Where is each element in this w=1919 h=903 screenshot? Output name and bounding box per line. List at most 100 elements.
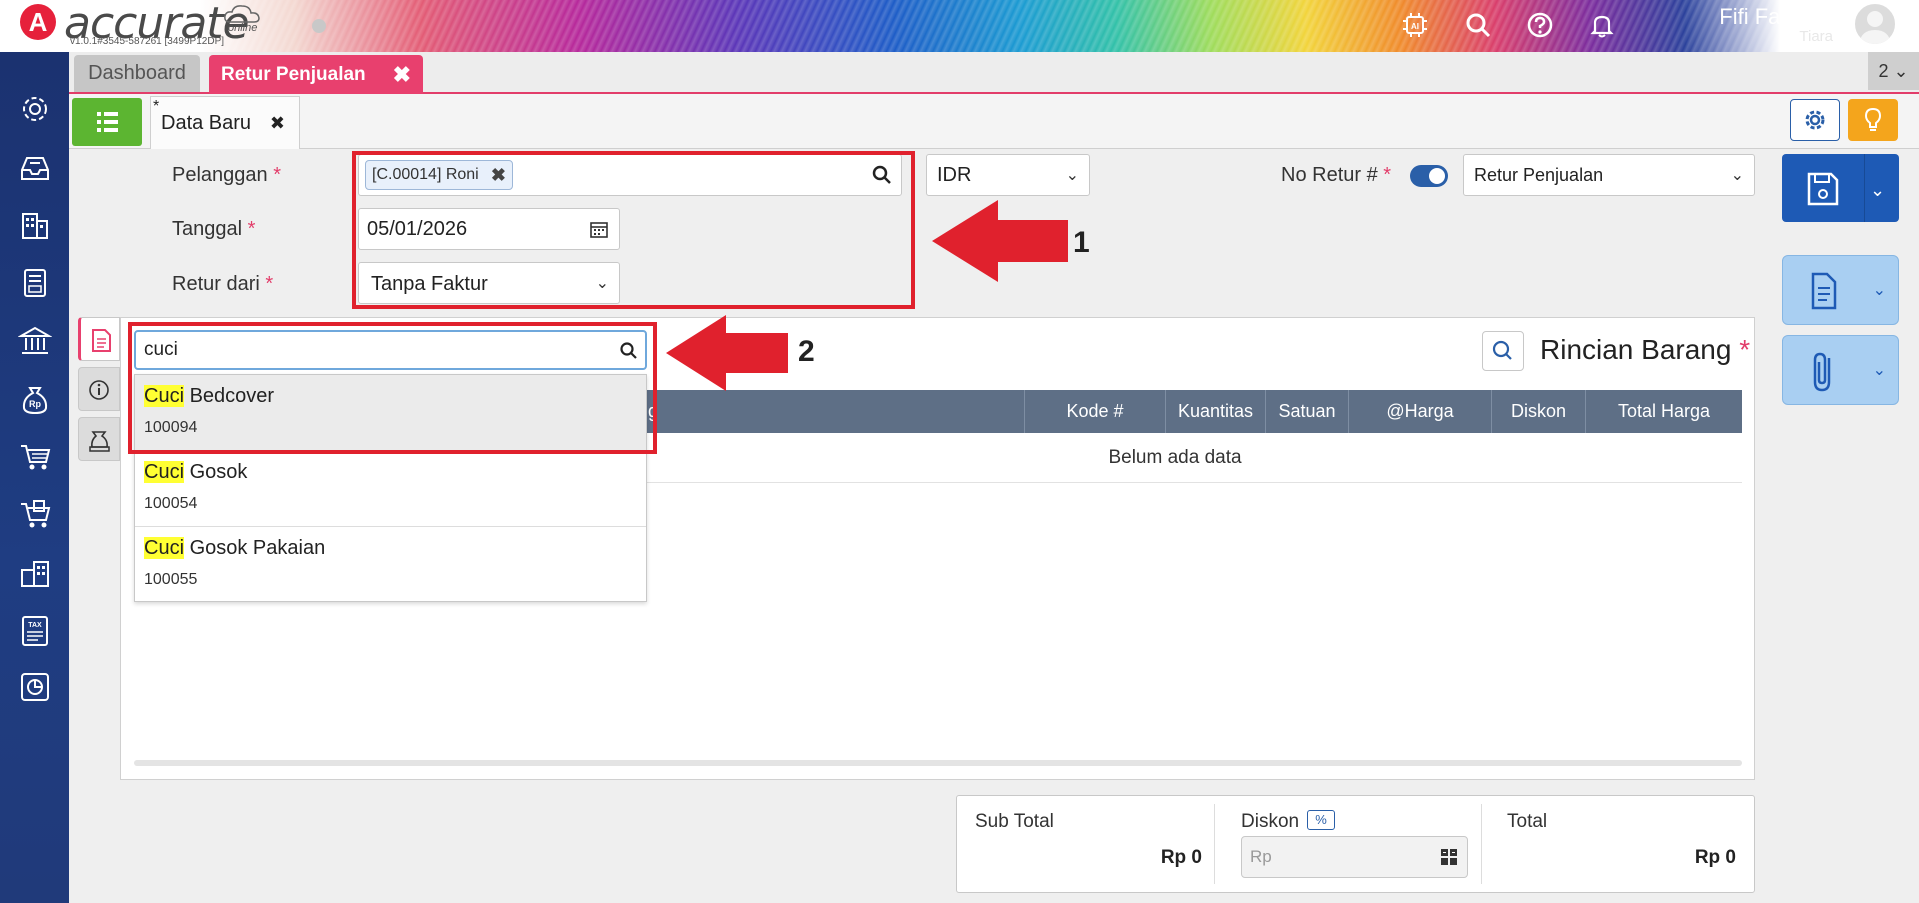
lightbulb-icon <box>1864 107 1882 131</box>
chevron-down-icon: ⌄ <box>1872 282 1886 299</box>
diskon-placeholder: Rp <box>1250 847 1272 866</box>
sidebar-item-purchase[interactable] <box>18 440 52 474</box>
logo-online-text: online <box>228 22 258 34</box>
search-icon <box>1492 340 1512 360</box>
item-search-button[interactable] <box>1482 331 1524 371</box>
vtab-cost[interactable] <box>78 417 120 461</box>
col-header-partial: g <box>648 401 659 421</box>
gear-icon <box>1805 110 1825 130</box>
subtab-data-baru[interactable]: * Data Baru ✖ <box>150 96 300 149</box>
cloud-icon <box>224 5 260 23</box>
col-header-diskon: Diskon <box>1491 390 1585 433</box>
currency-value: IDR <box>937 164 972 186</box>
list-view-button[interactable] <box>72 98 142 146</box>
divider <box>1481 804 1482 884</box>
toggle-knob <box>1429 168 1445 184</box>
global-search-button[interactable] <box>1463 10 1493 40</box>
vtab-info[interactable] <box>78 367 120 411</box>
tab-dashboard[interactable]: Dashboard <box>74 55 200 92</box>
chevron-down-icon: ⌄ <box>1730 167 1744 184</box>
retur-type-select[interactable]: Retur Penjualan ⌄ <box>1463 154 1755 196</box>
annotation-box-1 <box>352 151 915 309</box>
result-code: 100055 <box>144 571 198 588</box>
ai-chip-icon: AI <box>1403 13 1427 37</box>
total-label: Total <box>1507 811 1548 832</box>
annotation-arrow-1-icon <box>932 200 1068 282</box>
sidebar-item-bank[interactable] <box>18 324 52 358</box>
tips-button[interactable] <box>1848 99 1898 141</box>
pie-chart-icon <box>21 673 49 701</box>
sidebar-item-inventory[interactable] <box>18 556 52 590</box>
status-dot <box>312 19 326 33</box>
user-avatar[interactable] <box>1853 2 1897 46</box>
col-header-kode: Kode # <box>1024 390 1165 433</box>
annotation-number-2: 2 <box>798 335 815 368</box>
version-text: v1.0.1#3545-587261 [3499P12DP] <box>70 36 225 47</box>
subtab-label: Data Baru <box>161 112 252 134</box>
money-hand-icon <box>89 431 110 452</box>
diskon-input[interactable]: Rp <box>1241 836 1468 878</box>
calculator-button[interactable] <box>1439 847 1459 867</box>
tab-retur-penjualan[interactable]: Retur Penjualan ✖ <box>209 55 423 94</box>
user-name: Tiara <box>1799 28 1833 45</box>
svg-text:Rp: Rp <box>29 399 41 409</box>
col-header-satuan: Satuan <box>1265 390 1348 433</box>
list-item[interactable]: Cuci Gosok 100054 <box>135 451 646 527</box>
sidebar-item-tax[interactable]: TAX <box>18 614 52 648</box>
result-code: 100054 <box>144 495 198 512</box>
annotation-box-2 <box>128 322 657 454</box>
list-item[interactable]: Cuci Gosok Pakaian 100055 <box>135 527 646 603</box>
no-retur-label: No Retur # * <box>1281 164 1392 186</box>
user-menu-chevron-icon[interactable]: ⌄ <box>1901 17 1913 34</box>
rincian-barang-title: Rincian Barang * <box>1540 334 1751 365</box>
bank-icon <box>18 326 52 354</box>
book-icon <box>24 269 46 297</box>
diskon-percent-toggle[interactable]: % <box>1307 810 1335 830</box>
floppy-disk-icon <box>1807 172 1839 206</box>
form-settings-button[interactable] <box>1790 99 1840 141</box>
sidebar-item-finance[interactable]: Rp <box>18 382 52 416</box>
sidebar-item-reports[interactable] <box>18 670 52 704</box>
ai-label: AI <box>1411 22 1419 31</box>
divider <box>1214 804 1215 884</box>
retur-dari-label: Retur dari * <box>172 273 274 295</box>
col-header-harga: @Harga <box>1348 390 1491 433</box>
sidebar-item-inbox[interactable] <box>18 150 52 184</box>
chevron-down-icon: ⌄ <box>1065 167 1079 184</box>
sidebar-item-ledger[interactable] <box>18 266 52 300</box>
sub-total-label: Sub Total <box>975 811 1054 832</box>
save-options-chevron-icon[interactable]: ⌄ <box>1870 180 1885 201</box>
paperclip-icon <box>1813 352 1831 392</box>
list-icon <box>97 112 118 132</box>
unsaved-indicator: * <box>153 98 160 115</box>
horizontal-scrollbar[interactable] <box>134 760 1742 766</box>
sub-total-value: Rp 0 <box>1160 847 1202 868</box>
total-value: Rp 0 <box>1694 847 1736 868</box>
close-icon[interactable]: ✖ <box>393 55 411 94</box>
save-button-divider <box>1864 154 1865 222</box>
bell-icon <box>1590 15 1614 38</box>
notification-button[interactable] <box>1587 10 1617 40</box>
result-name: Cuci Gosok Pakaian <box>144 537 326 559</box>
sidebar-item-sales[interactable] <box>18 498 52 532</box>
user-company-name[interactable]: Fifi Fashion <box>1719 4 1833 30</box>
sidebar-item-settings[interactable] <box>18 92 52 126</box>
auto-number-toggle[interactable] <box>1410 165 1448 187</box>
info-icon <box>89 380 109 400</box>
tax-document-icon: TAX <box>22 616 48 646</box>
result-name: Cuci Gosok <box>144 461 248 483</box>
currency-select[interactable]: IDR ⌄ <box>926 154 1090 196</box>
sidebar-item-company[interactable] <box>18 208 52 242</box>
items-table-header: g Kode # Kuantitas Satuan @Harga Diskon … <box>608 390 1742 433</box>
open-tabs-counter[interactable]: 2 ⌄ <box>1868 52 1919 90</box>
vtab-item-details[interactable] <box>78 317 120 361</box>
close-icon[interactable]: ✖ <box>270 97 285 149</box>
ai-chip-button[interactable]: AI <box>1400 10 1430 40</box>
svg-text:TAX: TAX <box>28 622 42 629</box>
document-options-button[interactable]: ⌄ <box>1782 255 1899 325</box>
help-button[interactable] <box>1525 10 1555 40</box>
attachment-button[interactable]: ⌄ <box>1782 335 1899 405</box>
annotation-arrow-2-icon <box>666 315 788 391</box>
tab-retur-penjualan-label: Retur Penjualan <box>221 64 366 85</box>
tanggal-label: Tanggal * <box>172 218 256 240</box>
